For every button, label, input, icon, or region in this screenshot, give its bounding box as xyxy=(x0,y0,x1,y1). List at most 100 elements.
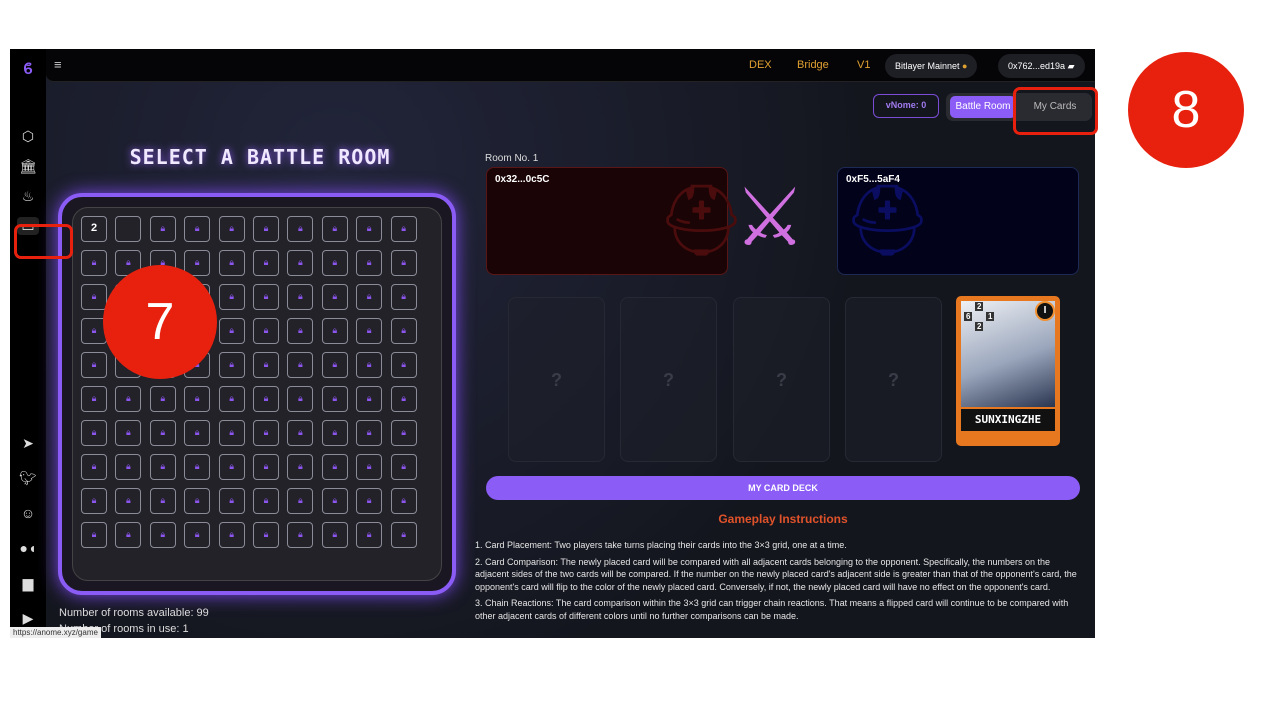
room-cell-locked[interactable]: 🔒︎ xyxy=(81,250,107,276)
room-cell-locked[interactable]: 🔒︎ xyxy=(149,216,176,242)
room-cell-locked[interactable]: 🔒︎ xyxy=(321,284,348,310)
card-slot[interactable]: ? xyxy=(733,297,830,462)
room-cell-locked[interactable]: 🔒︎ xyxy=(149,522,176,548)
v1-link[interactable]: V1 xyxy=(857,59,870,71)
room-cell-locked[interactable]: 🔒︎ xyxy=(356,454,383,480)
room-cell-locked[interactable]: 🔒︎ xyxy=(287,250,314,276)
room-cell-locked[interactable]: 🔒︎ xyxy=(321,386,348,412)
room-cell-locked[interactable]: 🔒︎ xyxy=(81,522,107,548)
bank-icon[interactable]: 🏛︎ xyxy=(19,157,37,175)
room-cell-locked[interactable]: 🔒︎ xyxy=(287,318,314,344)
logo-icon[interactable]: ϐ xyxy=(19,61,37,79)
player-card[interactable]: 2 6 1 2 I SUNXINGZHE xyxy=(956,296,1060,446)
room-cell-locked[interactable]: 🔒︎ xyxy=(321,318,348,344)
room-cell-locked[interactable]: 🔒︎ xyxy=(149,454,176,480)
room-cell-locked[interactable]: 🔒︎ xyxy=(253,454,279,480)
room-cell-locked[interactable]: 🔒︎ xyxy=(253,216,279,242)
room-cell-locked[interactable]: 🔒︎ xyxy=(184,420,211,446)
room-cell-locked[interactable]: 🔒︎ xyxy=(390,386,417,412)
my-card-deck-button[interactable]: MY CARD DECK xyxy=(486,476,1080,500)
menu-icon[interactable]: ≡ xyxy=(54,57,62,72)
room-cell-locked[interactable]: 🔒︎ xyxy=(287,420,314,446)
room-cell-locked[interactable]: 🔒︎ xyxy=(390,318,417,344)
room-cell-locked[interactable]: 🔒︎ xyxy=(390,250,417,276)
room-cell-locked[interactable]: 🔒︎ xyxy=(287,522,314,548)
room-cell-locked[interactable]: 🔒︎ xyxy=(390,216,417,242)
room-cell-locked[interactable]: 🔒︎ xyxy=(184,454,211,480)
network-selector[interactable]: Bitlayer Mainnet ● xyxy=(885,54,978,78)
room-cell-locked[interactable]: 🔒︎ xyxy=(81,352,107,378)
room-cell-locked[interactable]: 🔒︎ xyxy=(149,488,176,514)
room-cell-locked[interactable]: 🔒︎ xyxy=(287,488,314,514)
room-cell-locked[interactable]: 🔒︎ xyxy=(287,284,314,310)
room-cell-locked[interactable]: 🔒︎ xyxy=(81,284,107,310)
discord-icon[interactable]: ☺ xyxy=(19,504,37,522)
room-cell-open[interactable] xyxy=(115,216,142,242)
chat-icon[interactable]: ▆ xyxy=(19,574,37,592)
room-cell-locked[interactable]: 🔒︎ xyxy=(356,488,383,514)
wallet-button[interactable]: 0x762...ed19a ▰ xyxy=(998,54,1085,78)
room-cell-locked[interactable]: 🔒︎ xyxy=(218,488,245,514)
room-cell-locked[interactable]: 🔒︎ xyxy=(253,250,279,276)
room-cell-locked[interactable]: 🔒︎ xyxy=(81,386,107,412)
room-cell-locked[interactable]: 🔒︎ xyxy=(149,386,176,412)
room-cell-locked[interactable]: 🔒︎ xyxy=(356,318,383,344)
room-cell-locked[interactable]: 🔒︎ xyxy=(356,284,383,310)
room-cell-locked[interactable]: 🔒︎ xyxy=(218,386,245,412)
room-cell-locked[interactable]: 🔒︎ xyxy=(115,386,142,412)
room-cell-locked[interactable]: 🔒︎ xyxy=(149,420,176,446)
telegram-icon[interactable]: ➤ xyxy=(19,434,37,452)
room-cell-locked[interactable]: 🔒︎ xyxy=(356,216,383,242)
room-cell-locked[interactable]: 🔒︎ xyxy=(115,488,142,514)
room-cell-locked[interactable]: 🔒︎ xyxy=(321,352,348,378)
room-cell-locked[interactable]: 🔒︎ xyxy=(321,488,348,514)
room-cell-locked[interactable]: 🔒︎ xyxy=(253,488,279,514)
medium-icon[interactable]: ●◖ xyxy=(19,539,37,557)
room-cell-locked[interactable]: 🔒︎ xyxy=(253,352,279,378)
room-cell-locked[interactable]: 🔒︎ xyxy=(390,284,417,310)
room-cell-locked[interactable]: 🔒︎ xyxy=(253,420,279,446)
room-cell-locked[interactable]: 🔒︎ xyxy=(287,386,314,412)
card-slot[interactable]: ? xyxy=(620,297,717,462)
room-cell-locked[interactable]: 🔒︎ xyxy=(218,284,245,310)
room-cell-locked[interactable]: 🔒︎ xyxy=(184,488,211,514)
room-cell-locked[interactable]: 🔒︎ xyxy=(356,522,383,548)
room-cell-locked[interactable]: 🔒︎ xyxy=(218,318,245,344)
room-cell-locked[interactable]: 🔒︎ xyxy=(115,522,142,548)
room-cell-locked[interactable]: 🔒︎ xyxy=(218,216,245,242)
tab-battle-room[interactable]: Battle Room xyxy=(950,96,1016,118)
twitter-icon[interactable]: 🐦︎ xyxy=(19,469,37,487)
youtube-icon[interactable]: ▶ xyxy=(19,609,37,627)
room-cell-locked[interactable]: 🔒︎ xyxy=(356,250,383,276)
room-cell-locked[interactable]: 🔒︎ xyxy=(287,454,314,480)
room-cell-locked[interactable]: 🔒︎ xyxy=(81,420,107,446)
cube-icon[interactable]: ⬡ xyxy=(19,127,37,145)
room-cell-locked[interactable]: 🔒︎ xyxy=(253,386,279,412)
room-cell-locked[interactable]: 🔒︎ xyxy=(390,420,417,446)
fire-icon[interactable]: ♨ xyxy=(19,187,37,205)
room-cell-locked[interactable]: 🔒︎ xyxy=(218,420,245,446)
room-cell-locked[interactable]: 🔒︎ xyxy=(321,454,348,480)
room-cell-locked[interactable]: 🔒︎ xyxy=(218,250,245,276)
card-slot[interactable]: ? xyxy=(508,297,605,462)
room-cell-locked[interactable]: 🔒︎ xyxy=(218,352,245,378)
room-cell-locked[interactable]: 🔒︎ xyxy=(184,522,211,548)
room-cell-locked[interactable]: 🔒︎ xyxy=(390,488,417,514)
room-cell-locked[interactable]: 🔒︎ xyxy=(184,216,211,242)
room-cell-locked[interactable]: 🔒︎ xyxy=(253,318,279,344)
room-cell-locked[interactable]: 🔒︎ xyxy=(218,522,245,548)
room-cell-locked[interactable]: 🔒︎ xyxy=(81,454,107,480)
dex-link[interactable]: DEX xyxy=(749,59,772,71)
room-cell-locked[interactable]: 🔒︎ xyxy=(253,284,279,310)
bridge-link[interactable]: Bridge xyxy=(797,59,829,71)
room-cell-locked[interactable]: 🔒︎ xyxy=(321,216,348,242)
room-cell-locked[interactable]: 🔒︎ xyxy=(287,352,314,378)
room-cell-locked[interactable]: 🔒︎ xyxy=(115,420,142,446)
room-cell-locked[interactable]: 🔒︎ xyxy=(356,420,383,446)
room-cell-locked[interactable]: 🔒︎ xyxy=(287,216,314,242)
room-cell-locked[interactable]: 🔒︎ xyxy=(81,488,107,514)
card-slot[interactable]: ? xyxy=(845,297,942,462)
room-cell-locked[interactable]: 🔒︎ xyxy=(218,454,245,480)
room-cell-occupied[interactable]: 2 xyxy=(81,216,107,242)
room-cell-locked[interactable]: 🔒︎ xyxy=(184,386,211,412)
